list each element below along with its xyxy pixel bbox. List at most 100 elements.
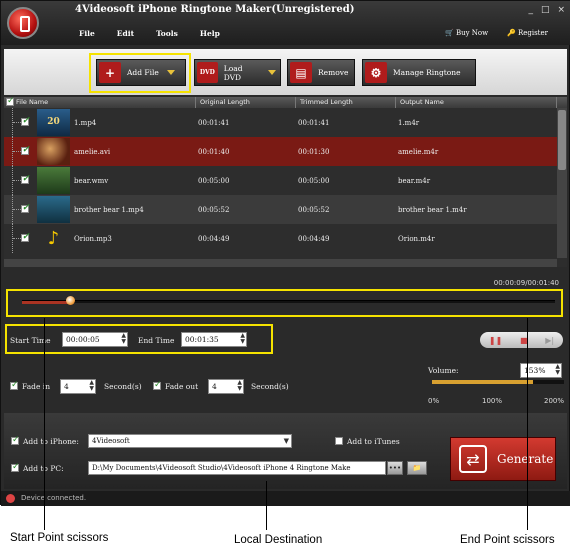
select-all-checkbox[interactable]	[6, 96, 15, 107]
minimize-button[interactable]: _	[528, 5, 533, 15]
iphone-device-select[interactable]: 4Videosoft ▼	[88, 434, 292, 448]
generate-label: Generate	[497, 452, 554, 466]
cell-file-name: brother bear 1.mp4	[74, 205, 144, 214]
scrollbar-thumb[interactable]	[558, 110, 566, 170]
volume-label: Volume:	[428, 366, 459, 375]
cell-trimmed-length: 00:05:00	[298, 176, 330, 185]
menu-help[interactable]: Help	[200, 29, 220, 38]
remove-icon: ▤	[290, 62, 312, 83]
add-to-itunes-label: Add to iTunes	[347, 437, 400, 446]
row-checkbox[interactable]	[21, 174, 30, 184]
window-controls: _ □ ×	[528, 5, 565, 15]
cart-icon: 🛒	[445, 29, 454, 37]
load-dvd-button[interactable]: DVD Load DVD	[194, 59, 281, 86]
convert-icon: ⇄	[459, 445, 487, 473]
video-thumbnail	[37, 167, 70, 194]
table-row[interactable]: amelie.avi 00:01:40 00:01:30 amelie.m4r	[4, 137, 567, 166]
browse-button[interactable]: •••	[387, 461, 403, 475]
spinner-arrows-icon[interactable]: ▲ ▼	[237, 380, 242, 392]
close-button[interactable]: ×	[557, 5, 565, 15]
volume-tick-min: 0%	[428, 397, 440, 405]
video-thumbnail	[37, 138, 70, 165]
fade-in-checkbox[interactable]	[10, 380, 19, 390]
buy-now-link[interactable]: 🛒 Buy Now	[445, 29, 488, 37]
chevron-down-icon[interactable]	[268, 70, 276, 75]
next-icon[interactable]: ▶|	[545, 336, 554, 345]
volume-fill	[432, 380, 533, 384]
spinner-arrows-icon[interactable]: ▲ ▼	[89, 380, 94, 392]
pause-icon[interactable]: ❚❚	[489, 336, 502, 345]
title-bar: 4Videosoft iPhone Ringtone Maker(Unregis…	[1, 1, 570, 45]
status-text: Device connected.	[21, 494, 87, 502]
table-row[interactable]: bear.wmv 00:05:00 00:05:00 bear.m4r	[4, 166, 567, 195]
app-logo-icon	[7, 7, 39, 39]
cell-file-name: 1.mp4	[74, 118, 97, 127]
vertical-scrollbar[interactable]	[557, 108, 567, 258]
header-output-name[interactable]: Output Name	[396, 97, 557, 108]
header-original-length[interactable]: Original Length	[196, 97, 296, 108]
cell-original-length: 00:05:52	[198, 205, 230, 214]
playback-controls: ❚❚ ■ ▶|	[480, 332, 563, 348]
table-row[interactable]: 20 1.mp4 00:01:41 00:01:41 1.m4r	[4, 108, 567, 137]
cell-original-length: 00:05:00	[198, 176, 230, 185]
header-trimmed-length[interactable]: Trimmed Length	[296, 97, 396, 108]
progress-highlight	[6, 289, 563, 317]
iphone-device-value: 4Videosoft	[92, 437, 130, 445]
fade-in-input[interactable]: 4 ▲ ▼	[60, 379, 96, 394]
cell-original-length: 00:04:49	[198, 234, 230, 243]
row-checkbox[interactable]	[21, 116, 30, 126]
key-icon: 🔑	[507, 29, 516, 37]
header-file-name-label: File Name	[16, 98, 49, 106]
fade-volume-area: Fade in 4 ▲▼ Second(s) Fade out 4 ▲▼ Sec…	[4, 359, 567, 409]
add-to-iphone-label: Add to iPhone:	[23, 437, 79, 446]
app-window: 4Videosoft iPhone Ringtone Maker(Unregis…	[0, 0, 570, 506]
menu-bar: File Edit Tools Help	[79, 29, 220, 38]
device-status-icon	[6, 494, 15, 503]
cell-trimmed-length: 00:05:52	[298, 205, 330, 214]
manage-ringtone-button[interactable]: ⚙ Manage Ringtone	[362, 59, 476, 86]
maximize-button[interactable]: □	[541, 5, 550, 15]
trim-highlight	[5, 324, 273, 354]
row-checkbox[interactable]	[21, 203, 30, 213]
cell-output-name: 1.m4r	[398, 118, 420, 127]
cell-output-name: brother bear 1.m4r	[398, 205, 467, 214]
generate-button[interactable]: ⇄ Generate	[450, 437, 556, 481]
tree-line	[12, 137, 21, 166]
fade-out-value: 4	[212, 382, 217, 391]
add-to-pc-checkbox[interactable]	[11, 462, 20, 472]
start-point-callout: Start Point scissors	[10, 532, 109, 544]
end-point-callout: End Point scissors	[460, 534, 555, 546]
table-row[interactable]: brother bear 1.mp4 00:05:52 00:05:52 bro…	[4, 195, 567, 224]
menu-tools[interactable]: Tools	[156, 29, 178, 38]
output-settings: Add to iPhone: 4Videosoft ▼ Add to iTune…	[4, 413, 567, 489]
status-bar: Device connected.	[1, 491, 570, 506]
volume-slider[interactable]	[432, 380, 564, 384]
start-point-callout-line	[44, 318, 45, 530]
output-path-field[interactable]: D:\My Documents\4Videosoft Studio\4Video…	[88, 461, 386, 475]
cell-trimmed-length: 00:04:49	[298, 234, 330, 243]
fox-logo-thumbnail: 20	[37, 109, 70, 136]
table-row[interactable]: ♪ Orion.mp3 00:04:49 00:04:49 Orion.m4r	[4, 224, 567, 253]
open-folder-button[interactable]: 📁	[407, 461, 427, 475]
music-note-icon: ♪	[47, 228, 60, 249]
add-to-itunes-checkbox[interactable]	[335, 437, 343, 445]
register-link[interactable]: 🔑 Register	[507, 29, 548, 37]
row-checkbox[interactable]	[21, 232, 30, 242]
menu-edit[interactable]: Edit	[117, 29, 134, 38]
spinner-arrows-icon[interactable]: ▲ ▼	[555, 364, 560, 376]
fade-out-label: Fade out	[165, 382, 199, 391]
remove-label: Remove	[318, 68, 349, 77]
menu-file[interactable]: File	[79, 29, 95, 38]
output-path-value: D:\My Documents\4Videosoft Studio\4Video…	[92, 464, 351, 472]
tree-line	[12, 195, 21, 224]
fade-out-input[interactable]: 4 ▲ ▼	[208, 379, 244, 394]
remove-button[interactable]: ▤ Remove	[287, 59, 355, 86]
fade-out-checkbox[interactable]	[153, 380, 162, 390]
header-file-name[interactable]: File Name	[4, 96, 196, 108]
row-checkbox[interactable]	[21, 145, 30, 155]
chevron-down-icon[interactable]: ▼	[284, 435, 289, 447]
add-file-highlight	[89, 53, 191, 93]
tree-line	[12, 224, 21, 253]
add-to-iphone-checkbox[interactable]	[11, 435, 20, 445]
horizontal-scrollbar[interactable]	[4, 259, 557, 267]
